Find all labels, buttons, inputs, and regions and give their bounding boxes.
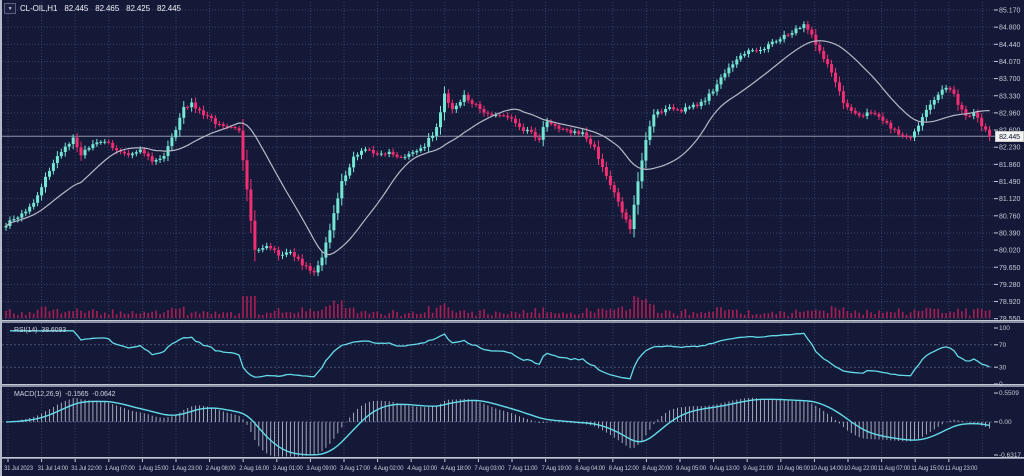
svg-text:83.330: 83.330 — [999, 93, 1021, 100]
svg-text:3 Aug 09:00: 3 Aug 09:00 — [306, 466, 337, 472]
svg-text:100: 100 — [999, 325, 1010, 332]
chart-canvas[interactable]: 85.170 84.800 84.440 84.070 83.700 83.330 82.9… — [0, 0, 1024, 476]
svg-text:31 Jul 2023: 31 Jul 2023 — [4, 466, 34, 472]
svg-text:11 Aug 07:00: 11 Aug 07:00 — [878, 466, 911, 472]
svg-text:82.230: 82.230 — [999, 145, 1021, 152]
svg-text:3 Aug 01:00: 3 Aug 01:00 — [273, 466, 304, 472]
svg-text:2 Aug 08:00: 2 Aug 08:00 — [206, 466, 237, 472]
svg-text:85.170: 85.170 — [999, 8, 1021, 15]
svg-text:8 Aug 12:00: 8 Aug 12:00 — [609, 466, 640, 472]
chart-window: 85.170 84.800 84.440 84.070 83.700 83.330 82.9… — [0, 0, 1024, 476]
ohlc-open: 82.445 — [64, 4, 88, 14]
symbol-dropdown-button[interactable]: ▼ — [4, 3, 16, 14]
svg-text:4 Aug 18:00: 4 Aug 18:00 — [441, 466, 472, 472]
svg-text:0: 0 — [999, 381, 1003, 388]
svg-text:0.00: 0.00 — [999, 419, 1012, 426]
svg-text:9 Aug 05:00: 9 Aug 05:00 — [676, 466, 707, 472]
rsi-value: 38.6093 — [41, 327, 66, 334]
svg-text:79.650: 79.650 — [999, 265, 1021, 272]
svg-text:78.920: 78.920 — [999, 299, 1021, 306]
svg-text:9 Aug 21:00: 9 Aug 21:00 — [743, 466, 774, 472]
svg-text:10 Aug 22:00: 10 Aug 22:00 — [844, 466, 878, 472]
svg-text:7 Aug 19:00: 7 Aug 19:00 — [542, 466, 573, 472]
svg-text:1 Aug 23:00: 1 Aug 23:00 — [172, 466, 203, 472]
svg-text:31 Jul 14:00: 31 Jul 14:00 — [38, 466, 69, 472]
svg-text:1 Aug 07:00: 1 Aug 07:00 — [105, 466, 136, 472]
svg-text:81.120: 81.120 — [999, 196, 1021, 203]
left-edge-strip — [0, 0, 2, 476]
svg-text:7 Aug 11:00: 7 Aug 11:00 — [508, 466, 538, 472]
svg-text:0.5509: 0.5509 — [999, 390, 1019, 397]
svg-text:81.860: 81.860 — [999, 162, 1021, 169]
chevron-down-icon: ▼ — [8, 4, 13, 14]
svg-text:2 Aug 16:00: 2 Aug 16:00 — [239, 466, 270, 472]
svg-text:30: 30 — [999, 364, 1007, 371]
svg-text:84.440: 84.440 — [999, 42, 1021, 49]
svg-text:82.960: 82.960 — [999, 110, 1021, 117]
symbol-title-bar: ▼ CL-OIL,H1 82.445 82.465 82.425 82.445 — [4, 3, 181, 14]
svg-text:11 Aug 15:00: 11 Aug 15:00 — [911, 466, 944, 472]
svg-text:8 Aug 04:00: 8 Aug 04:00 — [575, 466, 606, 472]
svg-text:4 Aug 02:00: 4 Aug 02:00 — [374, 466, 405, 472]
svg-text:78.550: 78.550 — [999, 316, 1021, 323]
svg-text:8 Aug 20:00: 8 Aug 20:00 — [642, 466, 673, 472]
svg-text:79.280: 79.280 — [999, 282, 1021, 289]
svg-text:10 Aug 06:00: 10 Aug 06:00 — [777, 466, 811, 472]
rsi-name: RSI(14) — [14, 327, 37, 334]
symbol-label: CL-OIL,H1 — [20, 4, 57, 14]
svg-text:4 Aug 10:00: 4 Aug 10:00 — [407, 466, 438, 472]
svg-text:84.800: 84.800 — [999, 25, 1021, 32]
svg-text:1 Aug 15:00: 1 Aug 15:00 — [138, 466, 169, 472]
svg-text:81.490: 81.490 — [999, 179, 1021, 186]
svg-text:70: 70 — [999, 342, 1007, 349]
svg-text:80.760: 80.760 — [999, 213, 1021, 220]
macd-indicator-label: MACD(12,26,9) -0.1565 -0.0642 — [14, 390, 119, 400]
svg-text:80.390: 80.390 — [999, 230, 1021, 237]
svg-text:10 Aug 14:00: 10 Aug 14:00 — [810, 466, 844, 472]
svg-text:7 Aug 03:00: 7 Aug 03:00 — [474, 466, 505, 472]
macd-name: MACD(12,26,9) — [14, 391, 61, 398]
svg-text:83.700: 83.700 — [999, 76, 1021, 83]
ohlc-high: 82.465 — [95, 4, 119, 14]
svg-text:11 Aug 23:00: 11 Aug 23:00 — [945, 466, 978, 472]
ohlc-low: 82.425 — [126, 4, 150, 14]
svg-text:3 Aug 17:00: 3 Aug 17:00 — [340, 466, 371, 472]
rsi-indicator-label: RSI(14) 38.6093 — [14, 326, 70, 336]
svg-text:9 Aug 13:00: 9 Aug 13:00 — [710, 466, 741, 472]
svg-text:84.070: 84.070 — [999, 59, 1021, 66]
current-price-tag: 82.445 — [995, 131, 1024, 142]
macd-signal-value: -0.0642 — [92, 391, 115, 398]
macd-main-value: -0.1565 — [65, 391, 88, 398]
svg-text:-0.6317: -0.6317 — [999, 452, 1021, 459]
svg-text:80.020: 80.020 — [999, 248, 1021, 255]
ohlc-close: 82.445 — [157, 4, 181, 14]
svg-text:31 Jul 22:00: 31 Jul 22:00 — [71, 466, 102, 472]
